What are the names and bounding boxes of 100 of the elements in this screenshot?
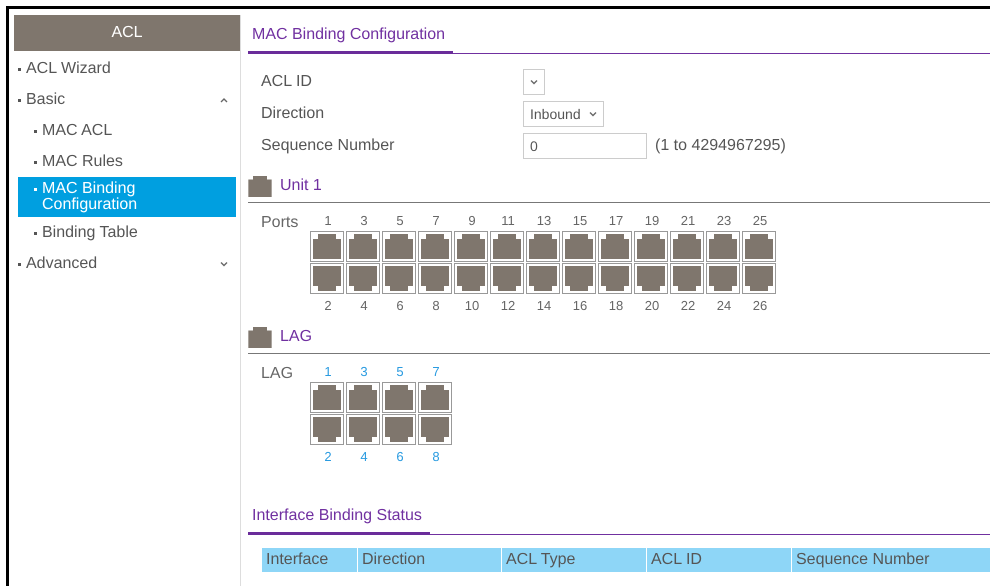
sidebar-item[interactable]: Basic <box>14 84 240 115</box>
port[interactable] <box>382 262 416 294</box>
port[interactable] <box>310 414 344 444</box>
bullet-icon <box>18 98 21 102</box>
port-number: 5 <box>395 363 405 381</box>
port[interactable] <box>418 230 452 262</box>
port[interactable] <box>706 262 740 294</box>
sidebar-item[interactable]: Binding Table <box>18 217 236 248</box>
port-number: 13 <box>536 212 552 230</box>
port-number: 18 <box>608 296 624 314</box>
port[interactable] <box>346 262 380 294</box>
port-number: 10 <box>464 296 480 314</box>
menu-label: Basic <box>26 92 66 108</box>
port-number: 6 <box>395 296 405 314</box>
port-number: 8 <box>431 296 441 314</box>
port-number: 4 <box>359 296 369 314</box>
port[interactable] <box>670 230 704 262</box>
menu-label: Binding Table <box>42 224 139 240</box>
bullet-icon <box>34 130 37 132</box>
expand-icon <box>220 260 228 266</box>
menu-label: MAC Binding Configuration <box>42 181 138 213</box>
port[interactable] <box>382 382 416 412</box>
menu-label: Advanced <box>26 256 98 272</box>
group-label: LAG <box>261 364 294 384</box>
port[interactable] <box>562 262 596 294</box>
port-number: 2 <box>323 448 333 466</box>
port[interactable] <box>310 382 344 412</box>
port-number: 12 <box>500 296 516 314</box>
port[interactable] <box>742 230 776 262</box>
range-hint: (1 to 4294967295) <box>655 136 786 156</box>
section-title: MAC Binding Configuration <box>248 23 453 54</box>
port-number: 9 <box>467 212 477 230</box>
port-number: 14 <box>536 296 552 314</box>
port[interactable] <box>490 230 524 262</box>
menu-label: MAC Rules <box>42 154 124 170</box>
column-header: Direction <box>358 548 501 572</box>
port[interactable] <box>454 230 488 262</box>
bullet-icon <box>18 68 21 70</box>
port[interactable] <box>382 230 416 262</box>
port[interactable] <box>310 230 344 262</box>
port[interactable] <box>346 414 380 444</box>
dropdown[interactable]: Inbound <box>523 101 604 127</box>
port[interactable] <box>418 262 452 294</box>
port-number: 1 <box>323 363 333 381</box>
sidebar-title: ACL <box>14 15 240 51</box>
bullet-icon <box>34 232 37 234</box>
port-number: 17 <box>608 212 624 230</box>
port-number: 22 <box>680 296 696 314</box>
sidebar-item[interactable]: MAC ACL <box>18 115 236 146</box>
port[interactable] <box>598 230 632 262</box>
port[interactable] <box>526 262 560 294</box>
field-label: Direction <box>261 104 326 124</box>
port[interactable] <box>670 262 704 294</box>
port[interactable] <box>598 262 632 294</box>
port[interactable] <box>310 262 344 294</box>
port-number: 24 <box>716 296 732 314</box>
port-icon <box>248 326 272 348</box>
collapse-icon <box>220 96 228 102</box>
port[interactable] <box>382 414 416 444</box>
port-number: 23 <box>716 212 732 230</box>
port[interactable] <box>418 414 452 444</box>
port-icon <box>248 176 272 196</box>
bullet-icon <box>34 188 37 191</box>
port-number: 25 <box>752 212 768 230</box>
port-number: 21 <box>680 212 696 230</box>
port[interactable] <box>346 230 380 262</box>
port-number: 20 <box>644 296 660 314</box>
bullet-icon <box>34 160 37 164</box>
port-number: 3 <box>359 212 369 230</box>
port-number: 2 <box>323 296 333 314</box>
port-number: 26 <box>752 296 768 314</box>
port-number: 19 <box>644 212 660 230</box>
port[interactable] <box>526 230 560 262</box>
port-number: 7 <box>431 363 441 381</box>
group-label: Ports <box>261 213 300 233</box>
field-label: ACL ID <box>261 72 313 92</box>
field-label: Sequence Number <box>261 136 396 156</box>
port-number: 5 <box>395 212 405 230</box>
port[interactable] <box>634 262 668 294</box>
port[interactable] <box>454 262 488 294</box>
port-number: 4 <box>359 448 369 466</box>
port-number: 11 <box>500 212 516 230</box>
port[interactable] <box>490 262 524 294</box>
port[interactable] <box>634 230 668 262</box>
port[interactable] <box>418 382 452 412</box>
group-title: LAG <box>280 327 312 347</box>
column-header: Sequence Number <box>792 548 990 572</box>
sidebar-item[interactable]: Advanced <box>14 248 240 279</box>
sidebar-item[interactable]: MAC Rules <box>18 146 236 177</box>
section-title: Interface Binding Status <box>248 504 430 535</box>
group-title: Unit 1 <box>280 176 322 196</box>
port[interactable] <box>706 230 740 262</box>
column-header: ACL Type <box>502 548 646 572</box>
port-number: 16 <box>572 296 588 314</box>
port[interactable] <box>346 382 380 412</box>
port-number: 1 <box>323 212 333 230</box>
port[interactable] <box>562 230 596 262</box>
sidebar-item[interactable]: ACL Wizard <box>14 53 240 84</box>
input-field[interactable]: 0 <box>523 133 647 159</box>
port[interactable] <box>742 262 776 294</box>
